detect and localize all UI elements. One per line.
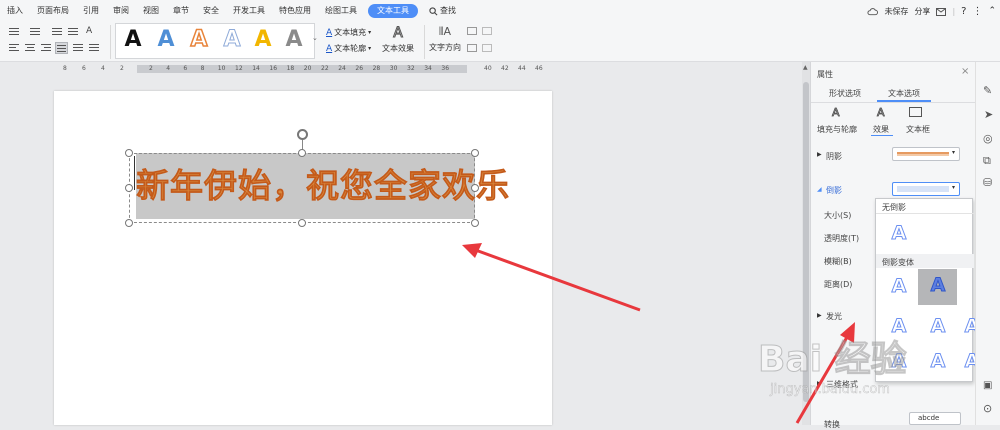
watermark-brand: Bai 经验 [758, 339, 908, 381]
annotation-arrow-1 [469, 246, 641, 312]
baidu-watermark: Bai 经验 jingyan.baidu.com [758, 330, 988, 425]
watermark-url: jingyan.baidu.com [770, 382, 890, 398]
